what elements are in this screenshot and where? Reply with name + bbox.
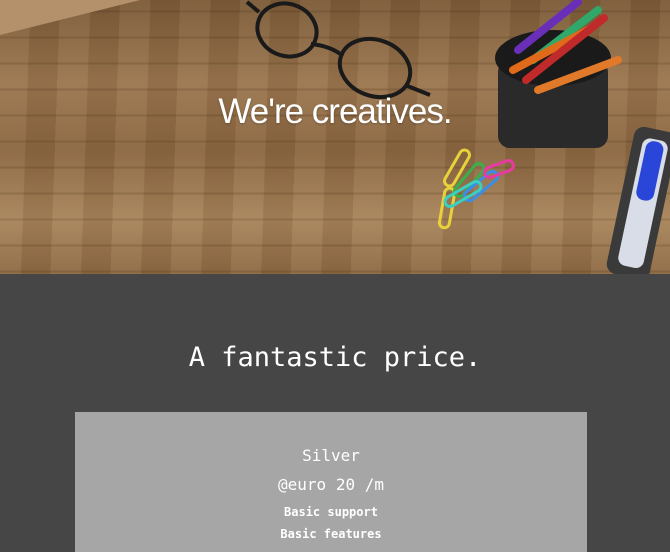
paperclips-decoration xyxy=(437,148,515,230)
plan-feature-item: Basic features xyxy=(280,527,382,541)
hero-section: We're creatives. xyxy=(0,0,670,274)
plan-name: Silver xyxy=(302,446,360,465)
plan-card-silver: Silver @euro 20 /m Basic support Basic f… xyxy=(75,412,587,552)
plan-feature-list: Basic support Basic features xyxy=(75,505,587,549)
plan-feature-item: Basic support xyxy=(284,505,378,519)
hero-headline: We're creatives. xyxy=(218,92,452,131)
cardboard-corner-decoration xyxy=(0,0,140,35)
pricing-section: A fantastic price. Silver @euro 20 /m Ba… xyxy=(0,274,670,552)
pricing-heading: A fantastic price. xyxy=(188,342,482,373)
plan-price: @euro 20 /m xyxy=(278,475,384,494)
stapler-decoration xyxy=(606,126,670,274)
